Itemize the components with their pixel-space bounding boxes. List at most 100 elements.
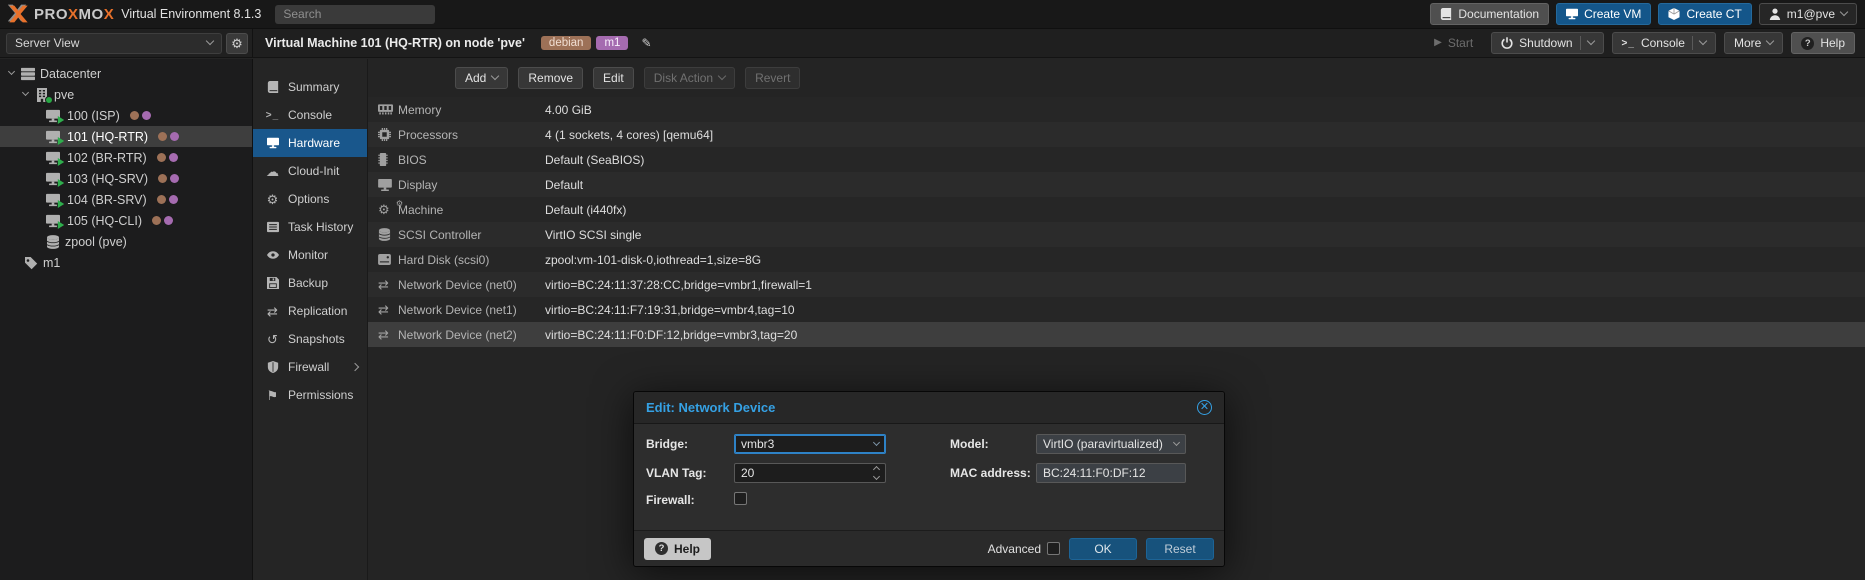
close-icon[interactable]: ✕ bbox=[1197, 400, 1212, 415]
tree-item-vm-103[interactable]: 103 (HQ-SRV) bbox=[0, 168, 252, 189]
proxmox-logo-icon bbox=[8, 4, 29, 24]
network-icon: ⇄ bbox=[378, 303, 398, 316]
shutdown-button[interactable]: Shutdown bbox=[1491, 32, 1603, 54]
ok-button[interactable]: OK bbox=[1069, 538, 1137, 560]
chevron-down-icon bbox=[1840, 8, 1848, 16]
vlan-tag-spinner[interactable]: 20 bbox=[734, 463, 886, 483]
firewall-checkbox[interactable] bbox=[734, 492, 747, 505]
create-ct-button[interactable]: Create CT bbox=[1658, 3, 1751, 25]
hw-row-machine[interactable]: ⚙⚙ Machine Default (i440fx) bbox=[368, 197, 1865, 222]
hw-row-net1[interactable]: ⇄ Network Device (net1) virtio=BC:24:11:… bbox=[368, 297, 1865, 322]
menu-item-replication[interactable]: ⇄ Replication bbox=[253, 297, 367, 325]
search-input[interactable] bbox=[275, 5, 435, 24]
tree-item-pve[interactable]: pve bbox=[0, 84, 252, 105]
menu-item-permissions[interactable]: ⚑ Permissions bbox=[253, 381, 367, 409]
list-icon bbox=[265, 221, 280, 233]
controller-icon bbox=[378, 228, 398, 241]
tree-settings-button[interactable]: ⚙ bbox=[226, 33, 248, 54]
documentation-button[interactable]: Documentation bbox=[1430, 3, 1549, 25]
menu-item-hardware[interactable]: Hardware bbox=[253, 129, 367, 157]
menu-item-monitor[interactable]: Monitor bbox=[253, 241, 367, 269]
spinner-arrows[interactable] bbox=[874, 467, 879, 479]
expand-arrow-icon[interactable] bbox=[20, 94, 30, 95]
node-icon bbox=[35, 88, 49, 102]
terminal-icon: >_ bbox=[1622, 38, 1635, 49]
power-icon bbox=[1501, 37, 1513, 49]
tree-item-vm-102[interactable]: 102 (BR-RTR) bbox=[0, 147, 252, 168]
menu-item-firewall[interactable]: Firewall bbox=[253, 353, 367, 381]
hw-row-bios[interactable]: BIOS Default (SeaBIOS) bbox=[368, 147, 1865, 172]
gear-icon: ⚙ bbox=[265, 193, 280, 206]
hw-row-memory[interactable]: Memory 4.00 GiB bbox=[368, 97, 1865, 122]
reset-button[interactable]: Reset bbox=[1146, 538, 1214, 560]
start-button[interactable]: ▶ Start bbox=[1424, 32, 1483, 54]
mac-label: MAC address: bbox=[950, 466, 1036, 480]
proxmox-app: PROXMOX Virtual Environment 8.1.3 Docume… bbox=[0, 0, 1865, 580]
chevron-down-icon bbox=[206, 37, 214, 45]
expand-arrow-icon[interactable] bbox=[6, 73, 16, 74]
vm-running-icon bbox=[46, 172, 62, 186]
menu-item-cloud-init[interactable]: ☁ Cloud-Init bbox=[253, 157, 367, 185]
bridge-combobox[interactable]: vmbr3 bbox=[734, 434, 886, 454]
menu-item-task-history[interactable]: Task History bbox=[253, 213, 367, 241]
user-icon bbox=[1769, 8, 1781, 20]
storage-icon bbox=[46, 235, 60, 249]
memory-icon bbox=[378, 104, 398, 115]
add-button[interactable]: Add bbox=[455, 67, 508, 89]
dialog-header[interactable]: Edit: Network Device ✕ bbox=[634, 392, 1224, 424]
tag-dots bbox=[157, 153, 178, 162]
remove-button[interactable]: Remove bbox=[518, 67, 583, 89]
question-icon: ? bbox=[655, 542, 668, 555]
menu-item-backup[interactable]: Backup bbox=[253, 269, 367, 297]
hw-row-net2[interactable]: ⇄ Network Device (net2) virtio=BC:24:11:… bbox=[368, 322, 1865, 347]
tree-item-vm-101[interactable]: 101 (HQ-RTR) bbox=[0, 126, 252, 147]
chevron-down-icon[interactable] bbox=[1586, 37, 1594, 45]
vm-running-icon bbox=[46, 151, 62, 165]
console-button[interactable]: >_ Console bbox=[1612, 32, 1716, 54]
chevron-down-icon bbox=[491, 72, 499, 80]
edit-tags-icon[interactable]: ✎ bbox=[641, 36, 651, 50]
create-vm-button[interactable]: Create VM bbox=[1556, 3, 1651, 25]
more-button[interactable]: More bbox=[1724, 32, 1783, 54]
mac-address-field[interactable]: BC:24:11:F0:DF:12 bbox=[1036, 463, 1186, 483]
tag-debian: debian bbox=[541, 36, 592, 50]
tree-item-vm-100[interactable]: 100 (ISP) bbox=[0, 105, 252, 126]
menu-item-snapshots[interactable]: ↺ Snapshots bbox=[253, 325, 367, 353]
advanced-checkbox[interactable] bbox=[1047, 542, 1060, 555]
advanced-label: Advanced bbox=[988, 542, 1041, 556]
tree-item-tag-m1[interactable]: m1 bbox=[0, 252, 252, 273]
edit-button[interactable]: Edit bbox=[593, 67, 634, 89]
chevron-right-icon bbox=[351, 363, 359, 371]
chevron-down-icon[interactable] bbox=[1699, 37, 1707, 45]
vm-running-icon bbox=[46, 109, 62, 123]
model-label: Model: bbox=[950, 437, 1036, 451]
gears-icon: ⚙⚙ bbox=[378, 203, 398, 216]
hw-row-display[interactable]: Display Default bbox=[368, 172, 1865, 197]
chevron-down-icon[interactable] bbox=[873, 438, 880, 445]
menu-item-options[interactable]: ⚙ Options bbox=[253, 185, 367, 213]
hw-row-processors[interactable]: Processors 4 (1 sockets, 4 cores) [qemu6… bbox=[368, 122, 1865, 147]
hard-disk-icon bbox=[378, 254, 398, 265]
tree-item-datacenter[interactable]: Datacenter bbox=[0, 63, 252, 84]
tree-item-vm-104[interactable]: 104 (BR-SRV) bbox=[0, 189, 252, 210]
view-selector[interactable]: Server View bbox=[6, 33, 222, 54]
disk-action-button[interactable]: Disk Action bbox=[644, 67, 735, 89]
chevron-down-icon[interactable] bbox=[1173, 438, 1180, 445]
menu-item-summary[interactable]: Summary bbox=[253, 73, 367, 101]
user-menu-button[interactable]: m1@pve bbox=[1759, 3, 1857, 25]
tree-item-vm-105[interactable]: 105 (HQ-CLI) bbox=[0, 210, 252, 231]
hw-row-scsi-controller[interactable]: SCSI Controller VirtIO SCSI single bbox=[368, 222, 1865, 247]
question-icon: ? bbox=[1801, 37, 1814, 50]
model-combobox[interactable]: VirtIO (paravirtualized) bbox=[1036, 434, 1186, 454]
hw-row-hard-disk[interactable]: Hard Disk (scsi0) zpool:vm-101-disk-0,io… bbox=[368, 247, 1865, 272]
revert-button[interactable]: Revert bbox=[745, 67, 800, 89]
hw-row-net0[interactable]: ⇄ Network Device (net0) virtio=BC:24:11:… bbox=[368, 272, 1865, 297]
environment-version: Virtual Environment 8.1.3 bbox=[121, 7, 261, 21]
tag-icon bbox=[24, 256, 38, 270]
dialog-help-button[interactable]: ? Help bbox=[644, 538, 711, 560]
help-button[interactable]: ? Help bbox=[1791, 32, 1855, 54]
menu-item-console[interactable]: >_ Console bbox=[253, 101, 367, 129]
network-icon: ⇄ bbox=[378, 328, 398, 341]
shield-icon bbox=[265, 361, 280, 373]
tree-item-storage-zpool[interactable]: zpool (pve) bbox=[0, 231, 252, 252]
